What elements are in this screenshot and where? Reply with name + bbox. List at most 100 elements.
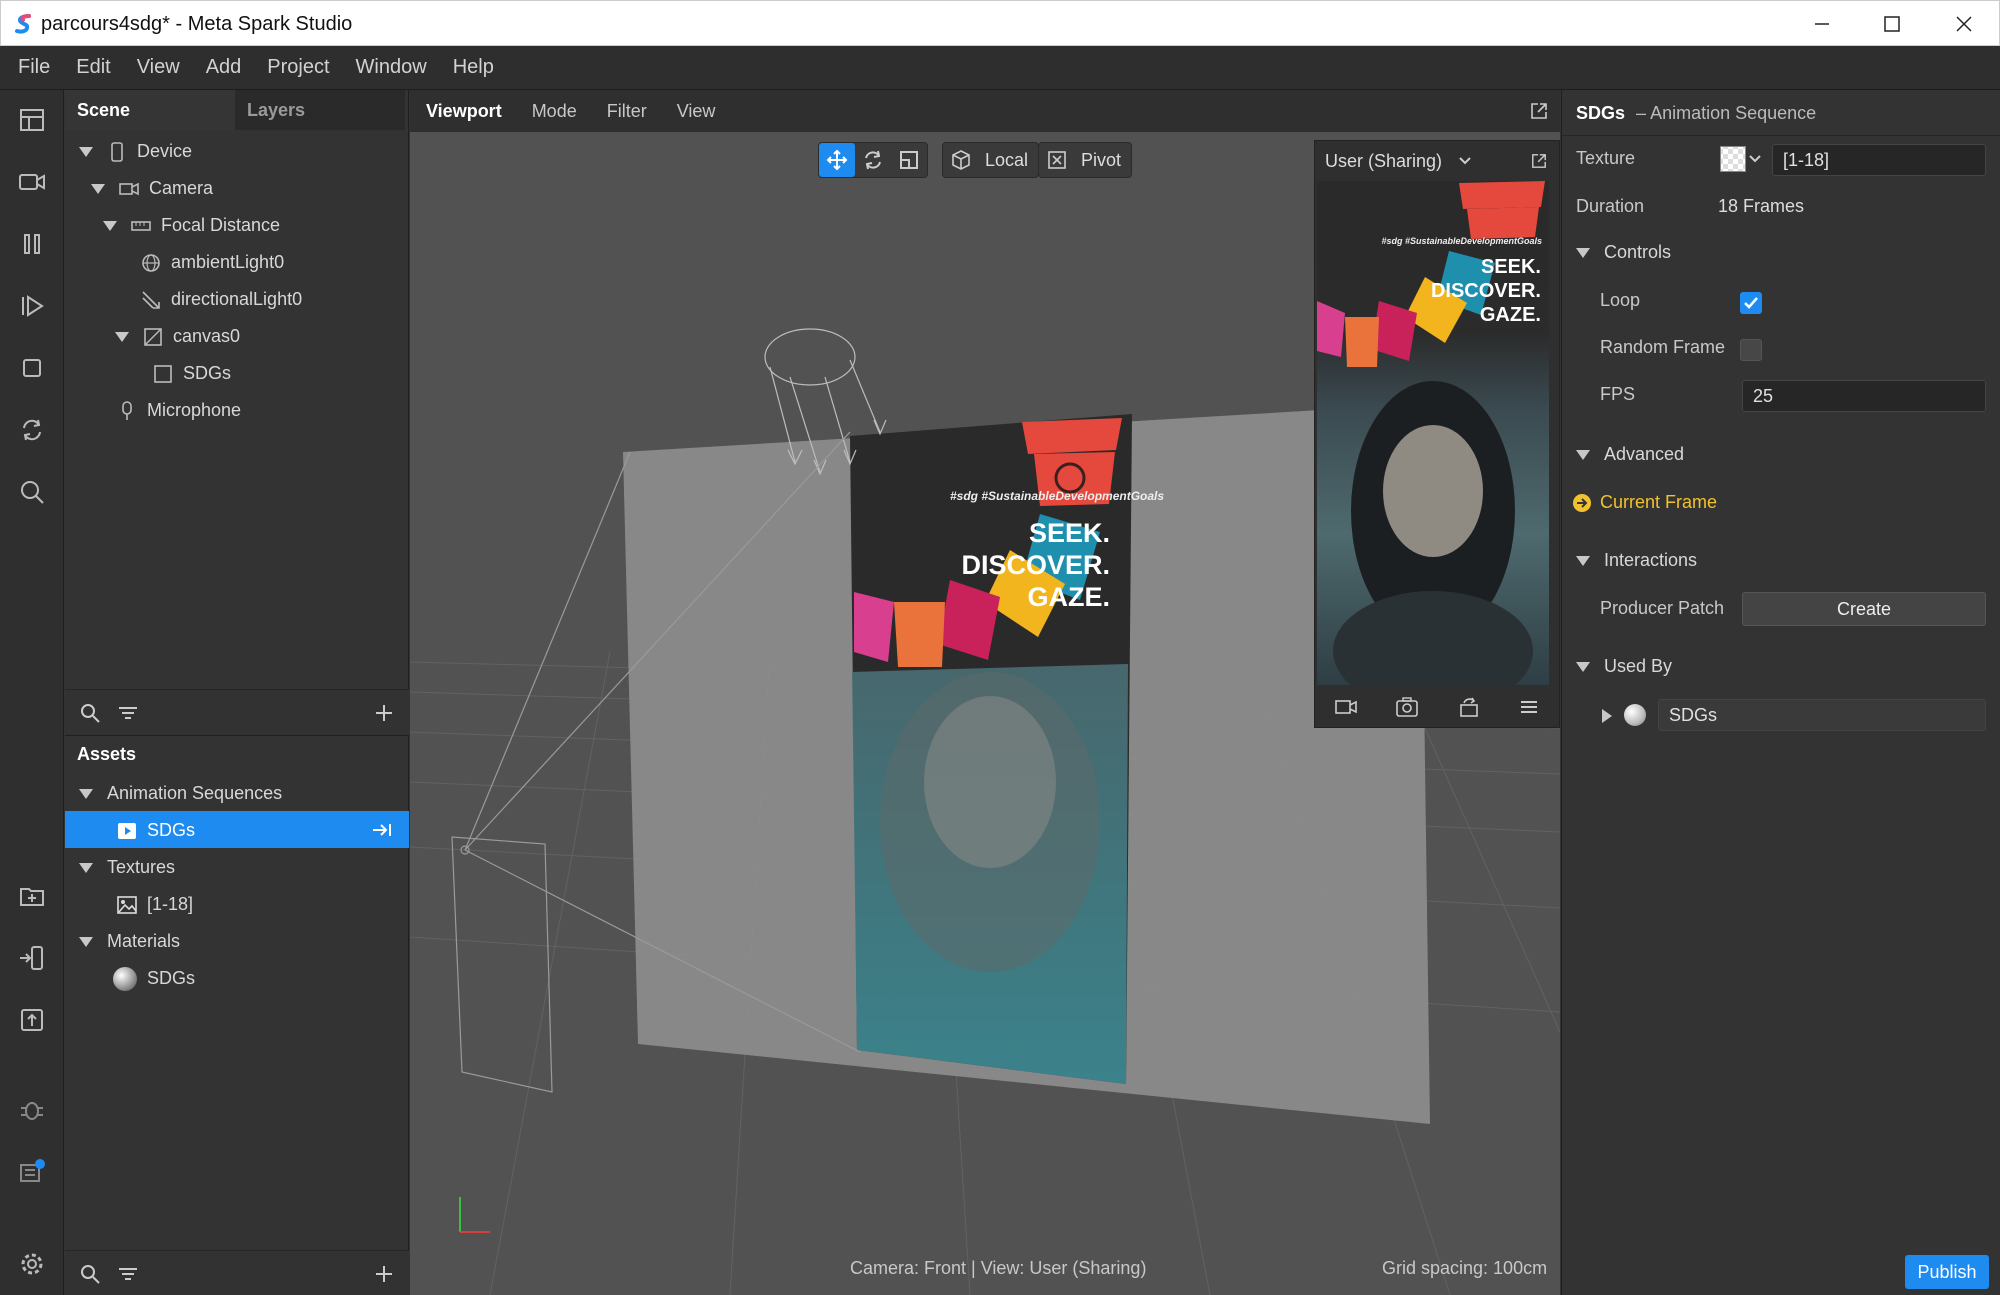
tree-item-ambientlight0[interactable]: ambientLight0 bbox=[141, 244, 284, 280]
pause-button[interactable] bbox=[14, 226, 50, 262]
search-icon[interactable] bbox=[79, 702, 101, 724]
collapse-arrow-icon[interactable] bbox=[1576, 662, 1590, 673]
menu-help[interactable]: Help bbox=[453, 56, 494, 79]
folder-add-icon bbox=[20, 888, 44, 906]
tree-item-device[interactable]: Device bbox=[79, 133, 192, 169]
pop-out-icon[interactable] bbox=[1530, 102, 1548, 120]
asset-item-sdgs-animation[interactable]: SDGs bbox=[117, 812, 195, 848]
restart-button[interactable] bbox=[14, 412, 50, 448]
maximize-button[interactable] bbox=[1857, 1, 1927, 47]
expand-arrow-icon[interactable] bbox=[79, 147, 93, 158]
tree-item-canvas0[interactable]: canvas0 bbox=[115, 318, 240, 354]
tree-item-camera[interactable]: Camera bbox=[91, 170, 213, 206]
asset-group-textures[interactable]: Textures bbox=[79, 849, 175, 885]
interactions-section[interactable]: Interactions bbox=[1576, 550, 1697, 571]
texture-thumbnail[interactable] bbox=[1720, 146, 1746, 172]
video-camera-icon[interactable] bbox=[1334, 698, 1357, 716]
menu-file[interactable]: File bbox=[18, 56, 50, 79]
menu-edit[interactable]: Edit bbox=[76, 56, 110, 79]
create-button[interactable]: Create bbox=[1742, 592, 1986, 626]
inspector-object-name: SDGs bbox=[1576, 103, 1626, 123]
scale-tool-button[interactable] bbox=[891, 143, 927, 177]
viewport[interactable]: #sdg #SustainableDevelopmentGoals SEEK. … bbox=[410, 90, 1560, 1295]
tree-item-directionallight0[interactable]: directionalLight0 bbox=[141, 281, 302, 317]
expand-arrow-icon[interactable] bbox=[103, 221, 117, 232]
used-by-section[interactable]: Used By bbox=[1576, 656, 1672, 677]
tab-mode[interactable]: Mode bbox=[532, 101, 577, 122]
fps-input[interactable]: 25 bbox=[1742, 380, 1986, 412]
tree-item-microphone[interactable]: Microphone bbox=[117, 392, 241, 428]
microphone-icon bbox=[122, 401, 132, 421]
texture-field[interactable]: [1-18] bbox=[1772, 144, 1986, 176]
loop-checkbox[interactable] bbox=[1740, 292, 1762, 314]
send-to-patch-icon[interactable] bbox=[371, 822, 393, 838]
chevron-down-icon[interactable] bbox=[1458, 156, 1472, 166]
search-button[interactable] bbox=[14, 474, 50, 510]
grid-spacing-status: Grid spacing: 100cm bbox=[1382, 1258, 1548, 1278]
minimize-button[interactable] bbox=[1787, 1, 1857, 47]
expand-arrow-icon[interactable] bbox=[115, 332, 129, 343]
chevron-down-icon[interactable] bbox=[1748, 154, 1762, 164]
menu-window[interactable]: Window bbox=[356, 56, 427, 79]
settings-button[interactable] bbox=[14, 1246, 50, 1282]
gear-icon bbox=[21, 1253, 43, 1275]
collapse-arrow-icon[interactable] bbox=[1576, 450, 1590, 461]
menu-view[interactable]: View bbox=[137, 56, 180, 79]
layout-button[interactable] bbox=[14, 102, 50, 138]
advanced-section[interactable]: Advanced bbox=[1576, 444, 1684, 465]
controls-section[interactable]: Controls bbox=[1576, 242, 1671, 263]
random-frame-checkbox[interactable] bbox=[1740, 339, 1762, 361]
test-on-device-button[interactable] bbox=[14, 940, 50, 976]
simulator-screen[interactable]: #sdg #SustainableDevelopmentGoals SEEK. … bbox=[1317, 181, 1549, 685]
rotate-device-icon[interactable] bbox=[1458, 697, 1480, 717]
device-selector[interactable]: User (Sharing) bbox=[1325, 151, 1442, 172]
pop-out-icon[interactable] bbox=[1531, 153, 1547, 169]
menu-add[interactable]: Add bbox=[206, 56, 242, 79]
tree-item-focal-distance[interactable]: Focal Distance bbox=[103, 207, 280, 243]
filter-icon[interactable] bbox=[117, 1263, 139, 1285]
upload-button[interactable] bbox=[14, 1002, 50, 1038]
debug-button[interactable] bbox=[14, 1092, 50, 1128]
local-toggle[interactable]: Local bbox=[942, 142, 1040, 178]
search-icon[interactable] bbox=[79, 1263, 101, 1285]
current-frame-label[interactable]: Current Frame bbox=[1600, 492, 1717, 513]
collapse-arrow-icon[interactable] bbox=[1576, 248, 1590, 259]
video-button[interactable] bbox=[14, 164, 50, 200]
close-button[interactable] bbox=[1929, 1, 1999, 47]
add-asset-button[interactable] bbox=[14, 878, 50, 914]
add-asset-icon[interactable] bbox=[373, 1263, 395, 1285]
used-by-item[interactable]: SDGs bbox=[1658, 699, 1986, 731]
play-button[interactable] bbox=[14, 288, 50, 324]
expand-arrow-icon[interactable] bbox=[1602, 709, 1612, 723]
tab-scene[interactable]: Scene bbox=[65, 90, 235, 130]
move-tool-button[interactable] bbox=[819, 143, 855, 177]
loop-row: Loop bbox=[1562, 278, 2000, 324]
tree-item-sdgs[interactable]: SDGs bbox=[153, 355, 231, 391]
menu-icon[interactable] bbox=[1519, 699, 1539, 715]
expand-arrow-icon[interactable] bbox=[79, 937, 93, 948]
expand-arrow-icon[interactable] bbox=[91, 184, 105, 195]
used-by-item-row[interactable]: SDGs bbox=[1562, 692, 2000, 738]
move-icon bbox=[826, 149, 848, 171]
expand-arrow-icon[interactable] bbox=[79, 789, 93, 800]
tab-viewport[interactable]: Viewport bbox=[426, 101, 502, 122]
tab-filter[interactable]: Filter bbox=[607, 101, 647, 122]
asset-item-texture[interactable]: [1-18] bbox=[117, 886, 193, 922]
expand-arrow-icon[interactable] bbox=[79, 863, 93, 874]
menu-project[interactable]: Project bbox=[267, 56, 329, 79]
publish-button[interactable]: Publish bbox=[1905, 1255, 1989, 1289]
stop-button[interactable] bbox=[14, 350, 50, 386]
add-object-icon[interactable] bbox=[373, 702, 395, 724]
collapse-arrow-icon[interactable] bbox=[1576, 556, 1590, 567]
tab-layers[interactable]: Layers bbox=[235, 90, 405, 130]
pivot-toggle[interactable]: Pivot bbox=[1038, 142, 1133, 178]
tab-view[interactable]: View bbox=[677, 101, 716, 122]
asset-item-material[interactable]: SDGs bbox=[113, 960, 195, 996]
rotate-tool-button[interactable] bbox=[855, 143, 891, 177]
filter-icon[interactable] bbox=[117, 702, 139, 724]
asset-group-materials[interactable]: Materials bbox=[79, 923, 180, 959]
whats-new-button[interactable] bbox=[14, 1154, 50, 1190]
asset-group-animation-sequences[interactable]: Animation Sequences bbox=[79, 775, 282, 811]
screenshot-icon[interactable] bbox=[1396, 697, 1419, 717]
patch-arrow-icon[interactable] bbox=[1572, 493, 1592, 513]
